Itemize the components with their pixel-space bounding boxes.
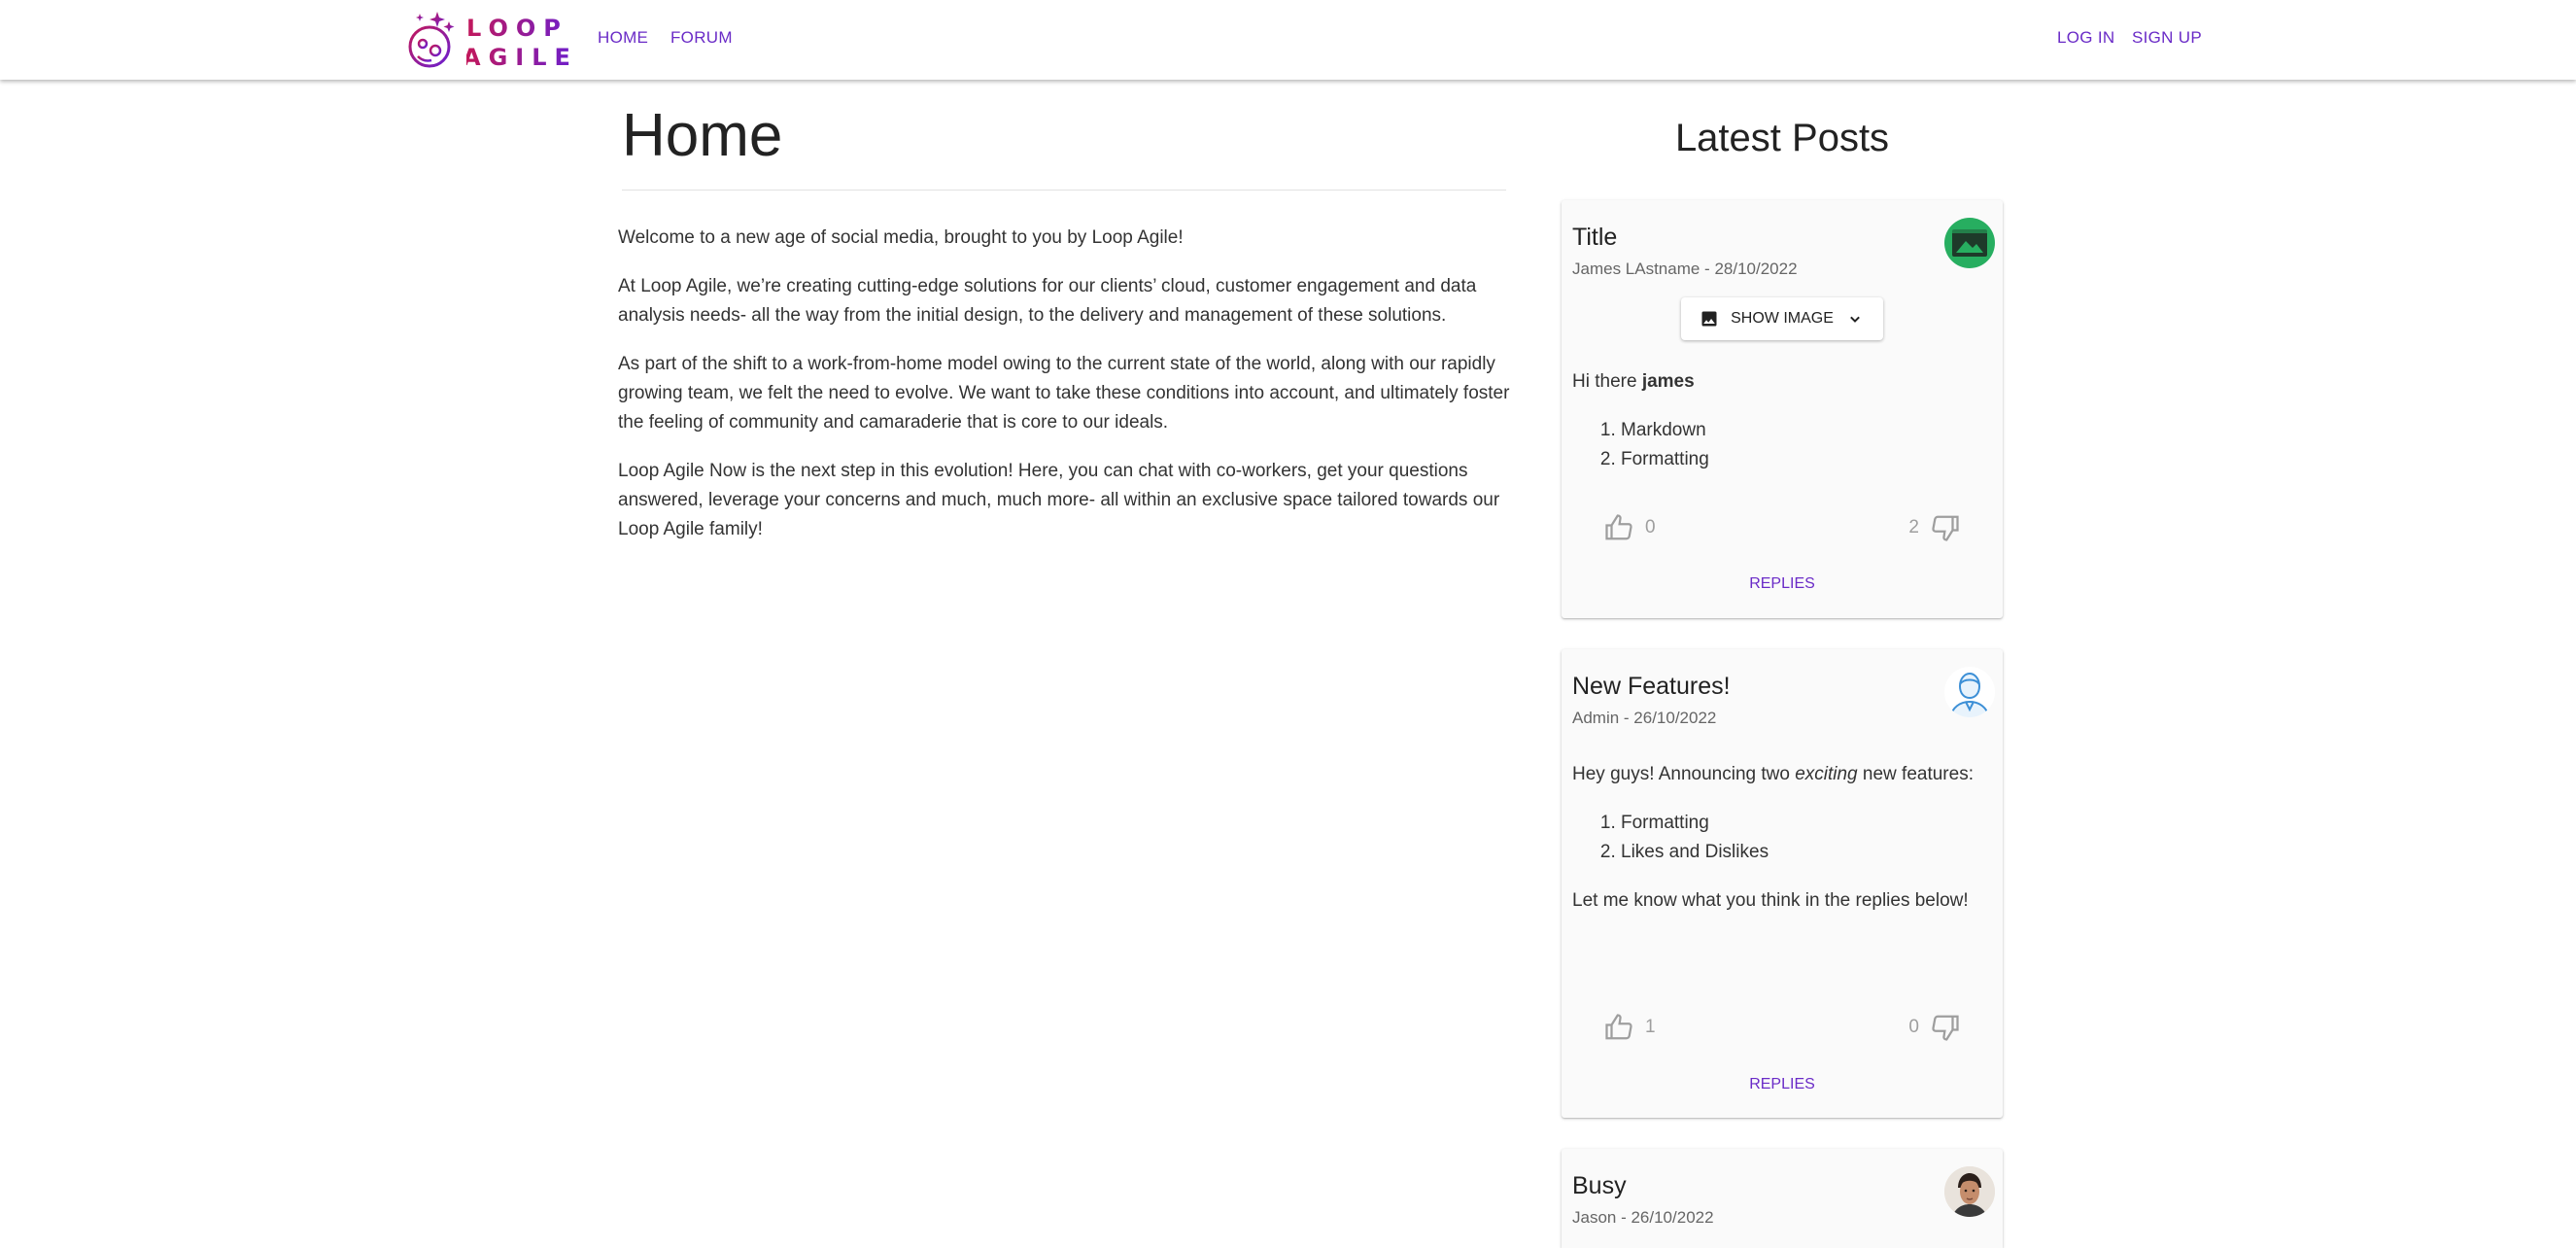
post-bold-text: james [1641, 371, 1695, 392]
image-icon [1701, 311, 1717, 327]
title-divider [622, 190, 1506, 191]
dislike-control[interactable]: 0 [1908, 1013, 1960, 1042]
replies-button[interactable]: REPLIES [1562, 575, 2003, 593]
post-text-part: new features: [1857, 764, 1974, 784]
intro-paragraph: Loop Agile Now is the next step in this … [618, 461, 1500, 539]
intro-text: Welcome to a new age of social media, br… [618, 224, 1512, 564]
thumb-up-icon [1605, 1014, 1632, 1040]
thumb-up-icon [1605, 514, 1632, 540]
image-placeholder-icon[interactable] [1944, 218, 1995, 268]
user-outline-icon[interactable] [1944, 667, 1995, 717]
intro-paragraph: As part of the shift to a work-from-home… [618, 354, 1510, 433]
nav-forum-link[interactable]: FORUM [670, 28, 733, 48]
dislike-control[interactable]: 2 [1908, 513, 1960, 542]
show-image-button[interactable]: SHOW IMAGE [1681, 297, 1883, 340]
post-text-part: Hey guys! Announcing two [1572, 764, 1796, 784]
intro-paragraph: At Loop Agile, we’re creating cutting-ed… [618, 276, 1477, 326]
post-text: Hi there james [1572, 367, 1980, 397]
post-body: Hey guys! Announcing two exciting new fe… [1572, 760, 1980, 935]
list-item: Likes and Dislikes [1621, 838, 1980, 867]
post-card: Title James LAstname - 28/10/2022 SHOW I… [1562, 200, 2003, 618]
replies-button[interactable]: REPLIES [1562, 1076, 2003, 1093]
post-card: New Features! Admin - 26/10/2022 Hey guy… [1562, 649, 2003, 1118]
signup-link[interactable]: SIGN UP [2132, 28, 2202, 48]
nav-home-link[interactable]: HOME [598, 28, 648, 48]
post-emphasis-text: exciting [1795, 764, 1858, 784]
latest-posts-heading: Latest Posts [1674, 117, 1890, 159]
post-text-part: Hi there [1572, 371, 1642, 392]
like-control[interactable]: 0 [1604, 513, 1656, 542]
post-title: New Features! [1572, 673, 1731, 700]
chevron-down-icon [1850, 316, 1860, 323]
post-list: Formatting Likes and Dislikes [1572, 809, 1980, 867]
login-link[interactable]: LOG IN [2057, 28, 2114, 48]
post-list: Markdown Formatting [1572, 416, 1980, 474]
logo-line-1: LOOP [466, 15, 568, 42]
page-title: Home [622, 102, 783, 169]
thumb-down-icon [1932, 515, 1959, 541]
like-count: 1 [1645, 1017, 1656, 1037]
post-body: Hi there james Markdown Formatting [1572, 367, 1980, 494]
top-app-bar: LOOP AGILE HOME FORUM LOG IN SIGN UP [0, 0, 2576, 80]
post-meta: Jason - 26/10/2022 [1572, 1208, 1714, 1227]
post-text: Hey guys! Announcing two exciting new fe… [1572, 760, 1980, 789]
post-title: Title [1572, 224, 1618, 251]
person-photo-icon[interactable] [1944, 1166, 1995, 1217]
list-item: Formatting [1621, 445, 1980, 474]
post-meta: James LAstname - 28/10/2022 [1572, 260, 1798, 278]
dislike-count: 2 [1908, 517, 1919, 537]
dislike-count: 0 [1908, 1017, 1919, 1037]
logo-icon [408, 12, 455, 68]
logo-line-2: AGILE [463, 44, 578, 71]
intro-paragraph: Welcome to a new age of social media, br… [618, 227, 1184, 248]
list-item: Formatting [1621, 809, 1980, 838]
post-text: Let me know what you think in the replie… [1572, 890, 1969, 911]
show-image-label: SHOW IMAGE [1731, 310, 1834, 327]
thumb-down-icon [1932, 1015, 1959, 1041]
post-card: Busy Jason - 26/10/2022 [1562, 1149, 2003, 1248]
loop-agile-logo[interactable]: LOOP AGILE [406, 8, 567, 72]
list-item: Markdown [1621, 416, 1980, 445]
logo-wordmark: LOOP AGILE [466, 14, 578, 72]
like-control[interactable]: 1 [1604, 1013, 1656, 1042]
post-title: Busy [1572, 1172, 1627, 1199]
post-meta: Admin - 26/10/2022 [1572, 709, 1717, 727]
like-count: 0 [1645, 517, 1656, 537]
